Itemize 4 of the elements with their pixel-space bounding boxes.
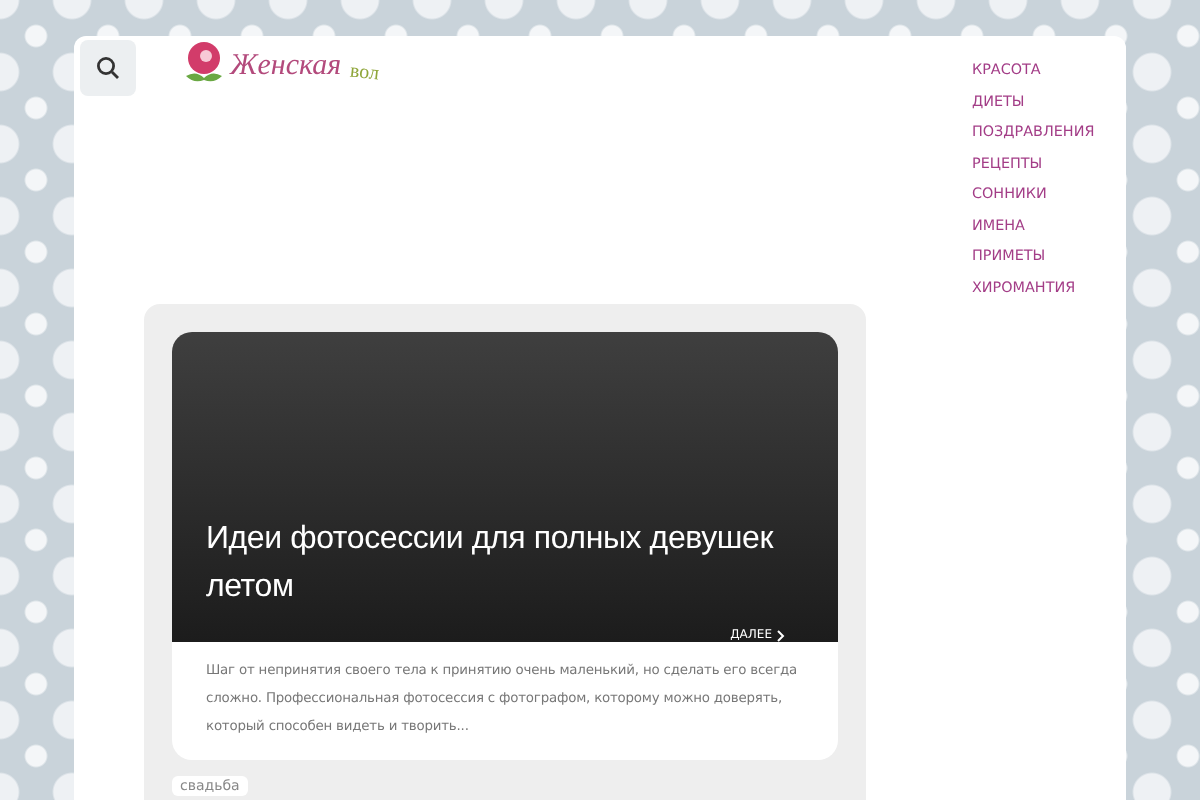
search-icon: [96, 56, 120, 80]
article-title[interactable]: Идеи фотосессии для полных девушек летом: [206, 516, 810, 612]
site-logo[interactable]: Женская вол: [180, 40, 379, 84]
search-button[interactable]: [80, 40, 136, 96]
